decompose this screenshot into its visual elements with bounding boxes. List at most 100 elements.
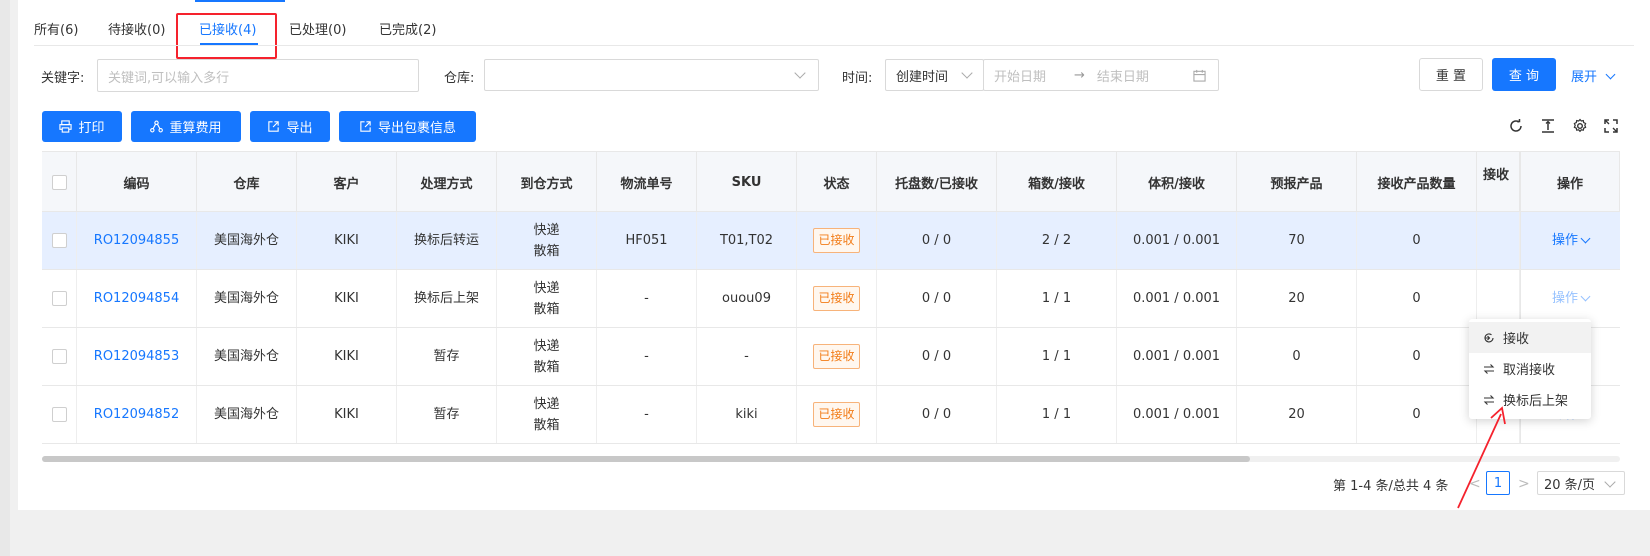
settings-gear-icon[interactable] (1572, 118, 1588, 134)
row-checkbox[interactable] (51, 407, 67, 422)
cell-method: 暂存 (397, 386, 497, 443)
menu-item-cancel-receive-label: 取消接收 (1503, 363, 1556, 378)
expand-link[interactable]: 展开 (1571, 66, 1616, 85)
status-badge: 已接收 (813, 344, 860, 369)
table-row[interactable]: RO12094855 美国海外仓 KIKI 换标后转运 快递 散箱 HF051 T01,T02… (42, 212, 1620, 270)
expand-label: 展开 (1571, 70, 1598, 85)
status-badge: 已接收 (813, 286, 860, 311)
table-row[interactable]: RO12094854 美国海外仓 KIKI 换标后上架 快递 散箱 - ouou09 已接收 0 … (42, 270, 1620, 328)
status-badge: 已接收 (813, 228, 860, 253)
keyword-label: 关键字: (41, 71, 85, 86)
query-button[interactable]: 查 询 (1492, 58, 1556, 91)
row-checkbox[interactable] (51, 291, 67, 306)
col-received-more: 接收 (1477, 152, 1520, 212)
next-page-icon[interactable]: > (1518, 476, 1530, 492)
table-row[interactable]: RO12094853 美国海外仓 KIKI 暂存 快递 散箱 - - 已接收 0 / 01 / 1… (42, 328, 1620, 386)
fullscreen-icon[interactable] (1603, 118, 1619, 134)
cell-warehouse: 美国海外仓 (197, 212, 297, 269)
table-row[interactable]: RO12094852 美国海外仓 KIKI 暂存 快递 散箱 - kiki 已接收 0 / 01 … (42, 386, 1620, 444)
calendar-icon (1193, 69, 1206, 82)
printer-icon (59, 120, 73, 133)
menu-item-cancel-receive[interactable]: 取消接收 (1469, 353, 1591, 384)
cell-code[interactable]: RO12094853 (77, 328, 197, 385)
row-action-dropdown[interactable]: 操作 (1552, 230, 1591, 251)
cell-warehouse: 美国海外仓 (197, 270, 297, 327)
recalc-fee-label: 重算费用 (169, 121, 222, 136)
range-arrow-icon: → (1074, 67, 1085, 83)
page-size-select[interactable]: 20 条/页 (1537, 471, 1625, 495)
tab-completed[interactable]: 已完成(2) (379, 19, 436, 38)
row-select-cell[interactable] (42, 270, 77, 327)
col-method: 处理方式 (397, 152, 497, 212)
annotation-arrow-icon (1457, 406, 1506, 509)
print-button[interactable]: 打印 (42, 111, 122, 142)
tab-pending[interactable]: 待接收(0) (108, 19, 165, 38)
cell-received-qty: 0 (1357, 212, 1477, 269)
col-volume: 体积/接收 (1117, 152, 1237, 212)
row-action-label: 操作 (1551, 291, 1578, 306)
cell-pallets: 0 / 0 (877, 328, 997, 385)
tab-all[interactable]: 所有(6) (34, 19, 78, 38)
select-all-checkbox[interactable] (51, 174, 67, 190)
page: 所有(6) 待接收(0) 已接收(4) 已处理(0) 已完成(2) 关键字: 关… (0, 0, 1650, 556)
cell-volume: 0.001 / 0.001 (1117, 212, 1237, 269)
menu-item-receive[interactable]: 接收 (1469, 322, 1591, 353)
cell-status: 已接收 (797, 212, 877, 269)
tab-processed[interactable]: 已处理(0) (289, 19, 346, 38)
chevron-down-icon (1604, 476, 1616, 488)
row-select-cell[interactable] (42, 328, 77, 385)
cell-volume: 0.001 / 0.001 (1117, 270, 1237, 327)
cell-status: 已接收 (797, 270, 877, 327)
export-label: 导出 (286, 121, 313, 136)
cell-pallets: 0 / 0 (877, 386, 997, 443)
pagination-summary: 第 1-4 条/总共 4 条 (1333, 479, 1449, 494)
cell-code[interactable]: RO12094854 (77, 270, 197, 327)
cell-volume: 0.001 / 0.001 (1117, 386, 1237, 443)
row-checkbox[interactable] (51, 233, 67, 248)
chevron-down-icon (794, 67, 806, 79)
date-range-picker[interactable]: 开始日期 → 结束日期 (983, 59, 1219, 91)
export-button[interactable]: 导出 (250, 111, 330, 142)
row-select-cell[interactable] (42, 212, 77, 269)
page-size-value: 20 条/页 (1544, 477, 1596, 493)
cell-code[interactable]: RO12094855 (77, 212, 197, 269)
chevron-down-icon (1580, 291, 1591, 302)
row-checkbox[interactable] (51, 349, 67, 364)
export-icon (268, 121, 280, 132)
arrival-line: 散箱 (533, 417, 560, 433)
reset-button[interactable]: 重 置 (1419, 58, 1483, 91)
cell-method: 换标后上架 (397, 270, 497, 327)
col-code: 编码 (77, 152, 197, 212)
cell-tracking: - (597, 270, 697, 327)
col-customer: 客户 (297, 152, 397, 212)
col-boxes: 箱数/接收 (997, 152, 1117, 212)
col-actions: 操作 (1520, 152, 1620, 212)
cell-status: 已接收 (797, 386, 877, 443)
cell-sku: kiki (697, 386, 797, 443)
select-all-cell[interactable] (42, 152, 77, 212)
export-package-button[interactable]: 导出包裹信息 (339, 111, 476, 142)
keyword-input[interactable]: 关键词,可以输入多行 (97, 59, 419, 92)
cell-arrival: 快递 散箱 (497, 386, 597, 443)
menu-item-receive-label: 接收 (1503, 332, 1530, 347)
cell-arrival: 快递 散箱 (497, 212, 597, 269)
status-badge: 已接收 (813, 402, 860, 427)
cell-boxes: 1 / 1 (997, 328, 1117, 385)
export-package-label: 导出包裹信息 (377, 121, 456, 136)
cell-code[interactable]: RO12094852 (77, 386, 197, 443)
refresh-icon[interactable] (1508, 118, 1524, 134)
horizontal-scrollbar-thumb[interactable] (42, 456, 1250, 462)
row-select-cell[interactable] (42, 386, 77, 443)
arrival-line: 快递 (533, 222, 560, 238)
time-type-select[interactable]: 创建时间 (885, 59, 984, 91)
arrival-line: 快递 (533, 280, 560, 296)
column-height-icon[interactable] (1540, 118, 1556, 134)
cell-received-qty: 0 (1357, 270, 1477, 327)
col-status: 状态 (797, 152, 877, 212)
row-action-dropdown[interactable]: 操作 (1551, 288, 1591, 309)
cell-forecast: 20 (1237, 386, 1357, 443)
col-pallets: 托盘数/已接收 (877, 152, 997, 212)
arrival-line: 快递 (533, 396, 560, 412)
recalc-fee-button[interactable]: 重算费用 (131, 111, 241, 142)
warehouse-select[interactable] (484, 59, 819, 91)
